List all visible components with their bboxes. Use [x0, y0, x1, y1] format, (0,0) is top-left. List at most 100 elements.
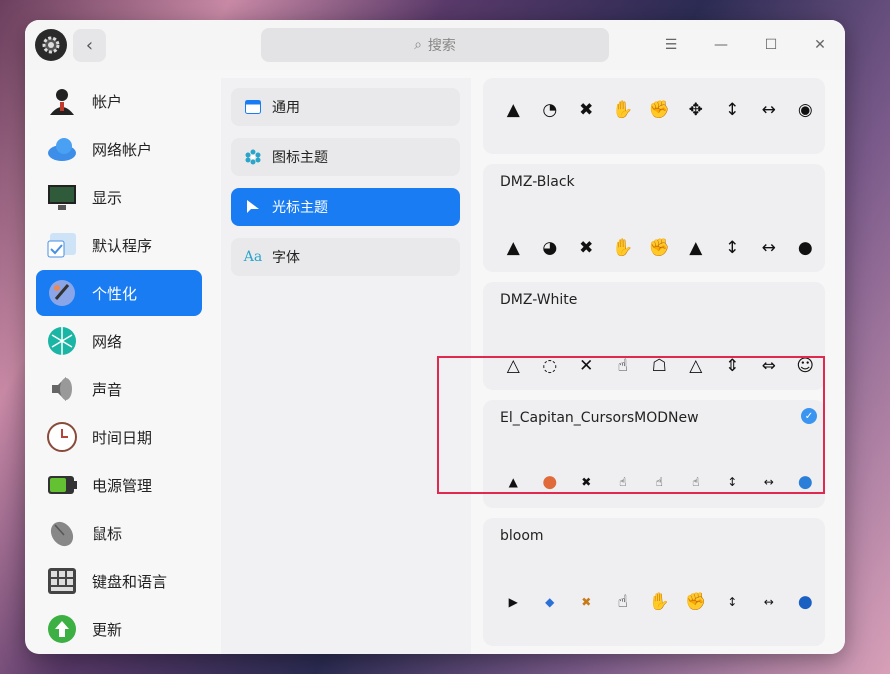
- sidebar-item-keyboard[interactable]: 键盘和语言: [36, 558, 202, 604]
- sidebar-item-label: 时间日期: [92, 428, 153, 447]
- cursor-preview: ☝: [617, 356, 628, 376]
- menu-button[interactable]: ☰: [660, 34, 682, 56]
- cursor-preview: ●: [797, 472, 813, 492]
- search-icon: ⌕: [414, 37, 422, 53]
- display-icon: [46, 181, 78, 213]
- sidebar-item-label: 帐户: [92, 92, 123, 111]
- sidebar-item-label: 电源管理: [92, 476, 153, 495]
- cursor-preview-row: △ ◌ ✕ ☝ ☖ △ ⇕ ⇔ ☺: [495, 354, 824, 378]
- sidebar-item-mouse[interactable]: 鼠标: [36, 510, 202, 556]
- cursor-preview: ▲: [689, 238, 703, 258]
- cursor-preview: ↔: [763, 475, 774, 489]
- sidebar-item-personalization[interactable]: 个性化: [36, 270, 202, 316]
- cursor-preview: ↕: [725, 238, 740, 258]
- close-icon: ✕: [814, 37, 826, 53]
- battery-icon: [46, 469, 78, 501]
- tab-font[interactable]: Aa 字体: [231, 238, 460, 276]
- cursor-icon: [244, 198, 262, 216]
- personalization-panel: 通用 图标主题 光标主题 Aa 字体: [221, 78, 471, 654]
- sidebar-item-datetime[interactable]: 时间日期: [36, 414, 202, 460]
- maximize-button[interactable]: ☐: [760, 34, 782, 56]
- cursor-preview: ⇕: [725, 356, 740, 376]
- cursor-preview: ✖: [579, 238, 594, 258]
- network-icon: [46, 325, 78, 357]
- sidebar-item-online-account[interactable]: 网络帐户: [36, 126, 202, 172]
- cursor-theme-card[interactable]: DMZ-Black ▲ ◕ ✖ ✋ ✊ ▲ ↕ ↔ ●: [483, 164, 825, 272]
- cursor-preview: ✥: [688, 100, 703, 120]
- mouse-icon: [46, 517, 78, 549]
- cursor-preview: ▲: [506, 100, 520, 120]
- sidebar-item-sound[interactable]: 声音: [36, 366, 202, 412]
- cursor-preview-row: ▶ ◆ ✖ ☝ ✋ ✊ ↕ ↔ ●: [495, 590, 824, 614]
- speaker-icon: [46, 373, 78, 405]
- cursor-preview: ☝: [617, 592, 628, 612]
- back-button[interactable]: ‹: [73, 29, 106, 62]
- cursor-preview: ▲: [506, 238, 520, 258]
- sidebar-item-power[interactable]: 电源管理: [36, 462, 202, 508]
- window-icon: [244, 98, 262, 116]
- cursor-theme-name: DMZ-White: [500, 292, 578, 308]
- tab-icon-theme[interactable]: 图标主题: [231, 138, 460, 176]
- cursor-theme-name: bloom: [500, 528, 544, 544]
- minimize-button[interactable]: —: [710, 34, 732, 56]
- cursor-preview: ☖: [651, 356, 667, 376]
- cloud-icon: [46, 133, 78, 165]
- cursor-preview-row: ▲ ● ✖ ☝ ☝ ☝ ↕ ↔ ●: [495, 470, 824, 494]
- font-icon: Aa: [243, 249, 263, 265]
- cursor-preview: ◕: [542, 238, 558, 258]
- cursor-preview: ✋: [612, 238, 634, 258]
- cursor-preview: ▲: [508, 475, 518, 489]
- sidebar-item-account[interactable]: 帐户: [36, 78, 202, 124]
- sidebar: 帐户 网络帐户 显示 默认程序 个性化 网络 声音 时间日期 电源管理 鼠标 键…: [33, 78, 205, 654]
- cursor-preview: ✖: [579, 100, 594, 120]
- chevron-left-icon: ‹: [85, 35, 94, 56]
- clock-icon: [46, 421, 78, 453]
- checkmark-icon: ✓: [801, 408, 817, 424]
- cursor-preview: ↕: [727, 595, 738, 609]
- cursor-preview: ⇔: [761, 356, 776, 376]
- update-icon: [46, 613, 78, 645]
- sidebar-item-default-apps[interactable]: 默认程序: [36, 222, 202, 268]
- cursor-theme-card[interactable]: DMZ-White △ ◌ ✕ ☝ ☖ △ ⇕ ⇔ ☺: [483, 282, 825, 390]
- sidebar-item-label: 显示: [92, 188, 123, 207]
- close-button[interactable]: ✕: [809, 34, 831, 56]
- cursor-preview: ✊: [648, 100, 670, 120]
- default-apps-icon: [46, 229, 78, 261]
- tab-general[interactable]: 通用: [231, 88, 460, 126]
- tab-cursor-theme[interactable]: 光标主题: [231, 188, 460, 226]
- tab-label: 字体: [272, 250, 300, 266]
- search-input[interactable]: ⌕ 搜索: [261, 28, 609, 62]
- cursor-theme-card-selected[interactable]: El_Capitan_CursorsMODNew ✓ ▲ ● ✖ ☝ ☝ ☝ ↕…: [483, 400, 825, 508]
- cursor-preview: ☺: [796, 356, 815, 376]
- cursor-preview-row: ▲ ◔ ✖ ✋ ✊ ✥ ↕ ↔ ◉: [495, 98, 824, 122]
- cursor-preview: ↕: [725, 100, 740, 120]
- cursor-preview: ▶: [508, 595, 518, 609]
- sidebar-item-label: 默认程序: [92, 236, 153, 255]
- sidebar-item-label: 键盘和语言: [92, 572, 168, 591]
- tab-label: 通用: [272, 100, 300, 116]
- cursor-theme-name: DMZ-Black: [500, 174, 575, 190]
- cursor-preview-row: ▲ ◕ ✖ ✋ ✊ ▲ ↕ ↔ ●: [495, 236, 824, 260]
- cursor-preview: ●: [797, 238, 813, 258]
- maximize-icon: ☐: [764, 37, 778, 53]
- tab-label: 图标主题: [272, 150, 328, 166]
- cursor-preview: ✕: [579, 356, 594, 376]
- menu-icon: ☰: [664, 37, 678, 53]
- sidebar-item-display[interactable]: 显示: [36, 174, 202, 220]
- sidebar-item-update[interactable]: 更新: [36, 606, 202, 652]
- minimize-icon: —: [714, 37, 728, 53]
- cursor-theme-card[interactable]: ▲ ◔ ✖ ✋ ✊ ✥ ↕ ↔ ◉: [483, 78, 825, 154]
- keyboard-icon: [46, 565, 78, 597]
- sidebar-item-label: 声音: [92, 380, 123, 399]
- tab-label: 光标主题: [272, 200, 328, 216]
- cursor-preview: ✖: [581, 475, 592, 489]
- flower-icon: [244, 148, 262, 166]
- sidebar-item-label: 网络帐户: [92, 140, 153, 159]
- sidebar-item-label: 更新: [92, 620, 123, 639]
- cursor-preview: ↔: [761, 238, 776, 258]
- cursor-preview: ✊: [648, 238, 670, 258]
- cursor-theme-card[interactable]: bloom ▶ ◆ ✖ ☝ ✋ ✊ ↕ ↔ ●: [483, 518, 825, 646]
- sidebar-item-network[interactable]: 网络: [36, 318, 202, 364]
- cursor-theme-list: ▲ ◔ ✖ ✋ ✊ ✥ ↕ ↔ ◉ DMZ-Black ▲ ◕ ✖ ✋ ✊ ▲ …: [473, 78, 845, 654]
- cursor-preview: ✋: [648, 592, 670, 612]
